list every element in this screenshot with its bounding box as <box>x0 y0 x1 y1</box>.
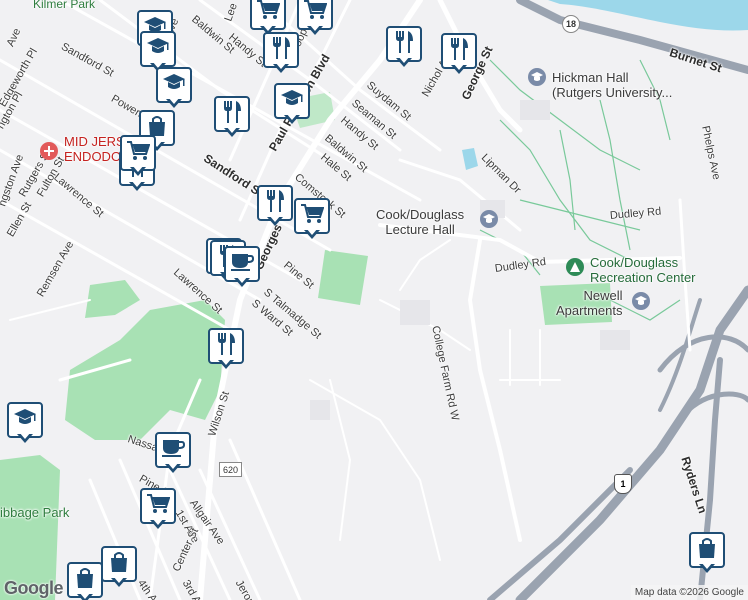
park-field <box>318 250 368 305</box>
graduation-cap-icon <box>280 89 304 114</box>
restaurant-icon <box>264 189 286 218</box>
pin-shopping-cart[interactable] <box>294 198 330 240</box>
map-attribution[interactable]: Map data ©2026 Google <box>630 585 748 600</box>
pin-shopping-bag[interactable] <box>689 532 725 574</box>
pin-shopping-bag[interactable] <box>101 546 137 588</box>
park-area <box>65 300 225 440</box>
pin-graduation-cap[interactable] <box>7 402 43 444</box>
restaurant-icon <box>221 100 243 129</box>
pin-graduation-cap[interactable] <box>156 67 192 109</box>
coffee-icon <box>230 252 255 277</box>
pin-restaurant[interactable] <box>386 26 422 68</box>
pin-restaurant[interactable] <box>208 328 244 370</box>
shopping-cart-icon <box>300 203 325 230</box>
pin-shopping-bag[interactable] <box>67 562 103 600</box>
map-canvas[interactable]: Kilmer Park Sandford St Baldwin St Lee H… <box>0 0 748 600</box>
graduation-cap-icon <box>146 37 170 62</box>
graduation-cap-icon <box>13 408 37 433</box>
pin-restaurant[interactable] <box>257 185 293 227</box>
place-label-park[interactable]: ibbage Park <box>0 505 69 520</box>
place-label-hickman-hall[interactable]: Hickman Hall (Rutgers University... <box>552 70 672 100</box>
restaurant-icon <box>270 36 292 65</box>
place-label-lecture-hall[interactable]: Cook/Douglass Lecture Hall <box>376 207 464 237</box>
pin-coffee[interactable] <box>155 432 191 474</box>
street-label: Kilmer Park <box>33 0 96 11</box>
shopping-bag-icon <box>75 567 95 594</box>
pin-shopping-cart[interactable] <box>140 488 176 530</box>
restaurant-icon <box>393 30 415 59</box>
pin-shopping-cart[interactable] <box>297 0 333 36</box>
education-icon[interactable] <box>528 68 546 86</box>
education-icon[interactable] <box>632 292 650 310</box>
pin-restaurant[interactable] <box>214 96 250 138</box>
us-route-1-shield: 1 <box>614 474 632 494</box>
park-small <box>85 280 140 318</box>
recreation-icon[interactable] <box>566 258 584 276</box>
pin-restaurant[interactable] <box>263 32 299 74</box>
shopping-cart-icon <box>146 493 171 520</box>
pin-shopping-cart[interactable] <box>120 135 156 177</box>
shopping-bag-icon <box>697 537 717 564</box>
place-label-recreation-center[interactable]: Cook/Douglass Recreation Center <box>590 255 696 285</box>
shopping-cart-icon <box>256 0 281 26</box>
pin-restaurant[interactable] <box>441 33 477 75</box>
county-route-620-shield: 620 <box>219 462 243 477</box>
pin-coffee[interactable] <box>224 246 260 288</box>
shopping-cart-icon <box>303 0 328 26</box>
pond <box>462 148 478 170</box>
route-18-shield: 18 <box>562 15 580 33</box>
medical-icon[interactable] <box>40 142 58 160</box>
graduation-cap-icon <box>162 73 186 98</box>
education-icon[interactable] <box>480 210 498 228</box>
coffee-icon <box>161 438 186 463</box>
restaurant-icon <box>215 332 237 361</box>
place-label-mid-jersey-endodontics[interactable]: MID JERS ENDODO <box>64 134 125 164</box>
place-label-newell-apartments[interactable]: Newell Apartments <box>556 288 622 318</box>
pin-graduation-cap[interactable] <box>274 83 310 125</box>
shopping-cart-icon <box>126 140 151 167</box>
pin-shopping-cart[interactable] <box>250 0 286 36</box>
restaurant-icon <box>448 37 470 66</box>
google-logo: Google <box>4 578 64 598</box>
shopping-bag-icon <box>109 551 129 578</box>
